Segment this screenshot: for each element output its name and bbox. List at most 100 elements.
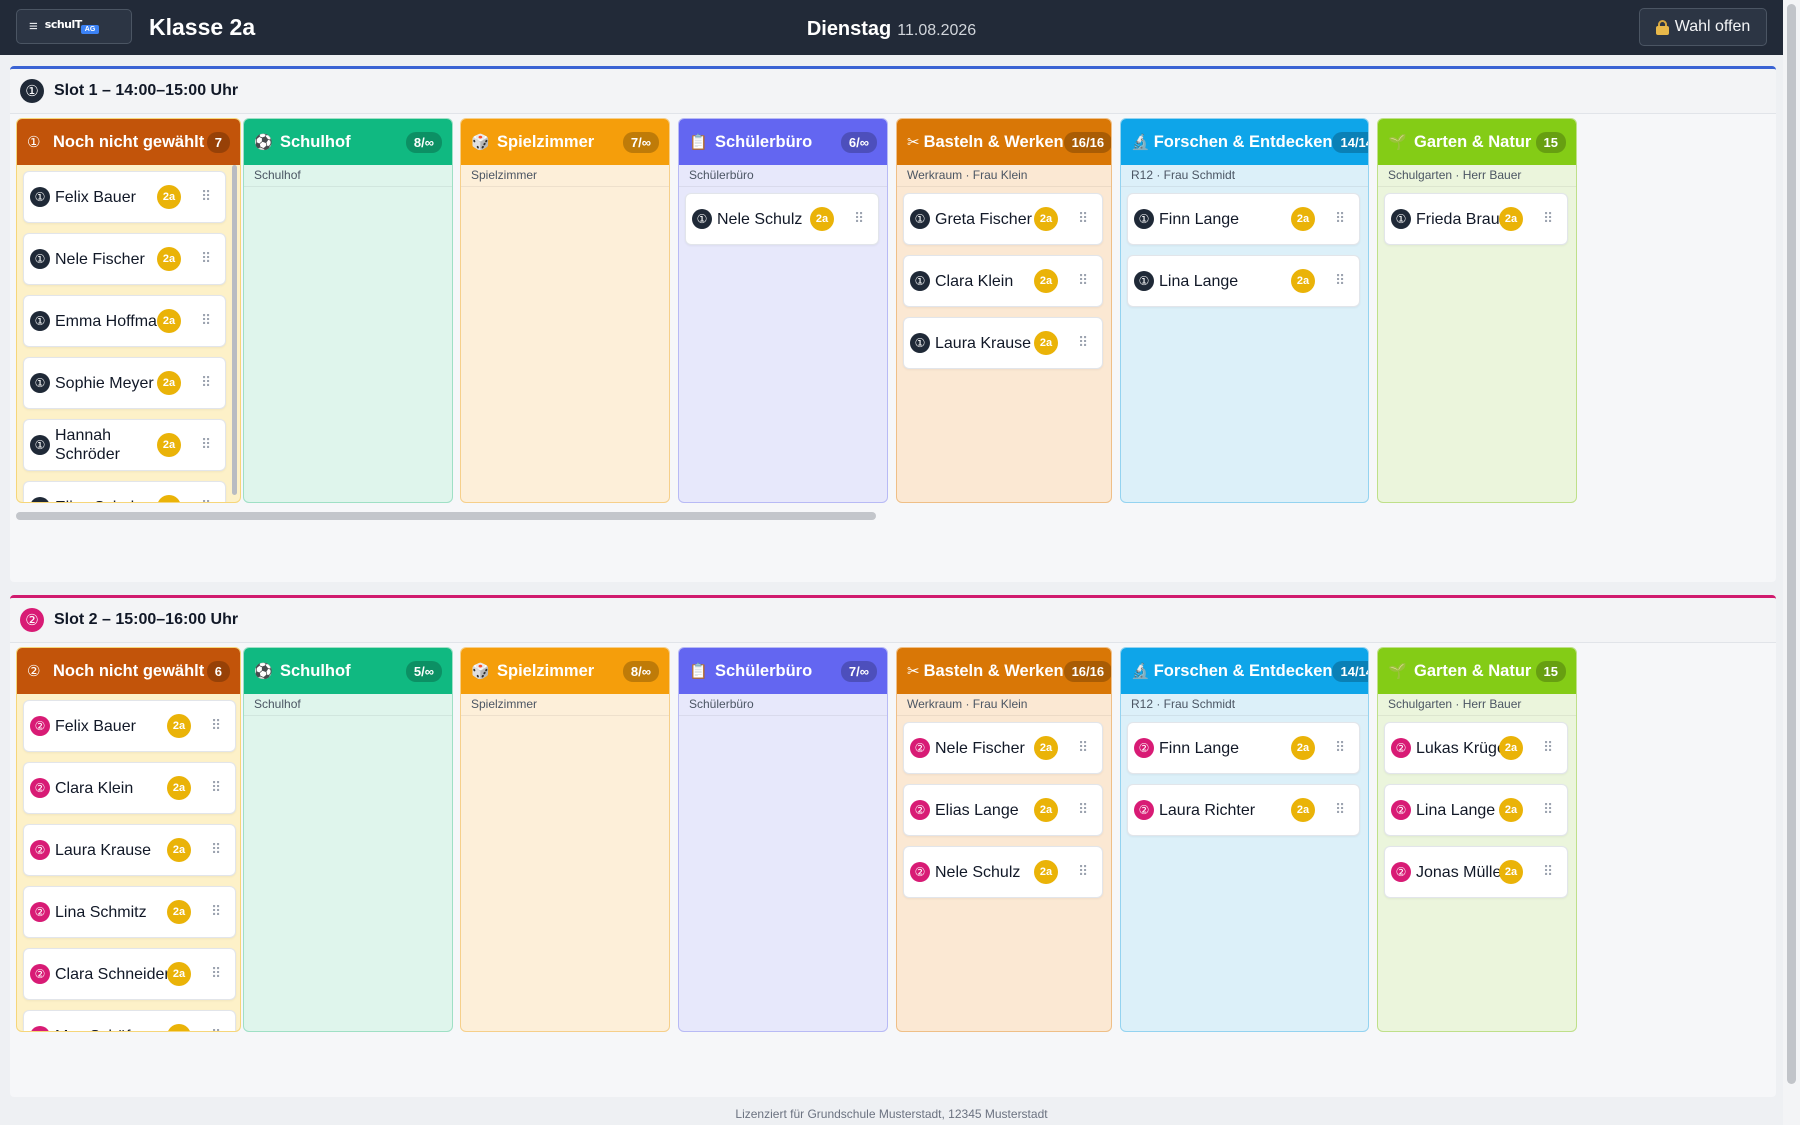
slot-number-icon: ① (30, 311, 50, 331)
unassigned-column[interactable]: ② Noch nicht gewählt 6 ② Felix Bauer 2a ⠿ ② Clar… (16, 647, 241, 1032)
drag-handle-icon[interactable]: ⠿ (1335, 212, 1345, 226)
student-card[interactable]: ① Frieda Braun 2a ⠿ (1384, 193, 1568, 245)
column-title: Basteln & Werken (923, 132, 1064, 151)
slot-number-icon: ② (30, 964, 50, 984)
student-card[interactable]: ① Laura Krause 2a ⠿ (903, 317, 1103, 369)
student-card[interactable]: ① Nele Fischer 2a ⠿ (23, 233, 226, 285)
student-card[interactable]: ② Lukas Krüger 2a ⠿ (1384, 722, 1568, 774)
drag-handle-icon[interactable]: ⠿ (1078, 336, 1088, 350)
slot-header: ② Slot 2 – 15:00–16:00 Uhr (10, 598, 1776, 643)
student-card[interactable]: ② Clara Schneider 2a ⠿ (23, 948, 236, 1000)
drag-handle-icon[interactable]: ⠿ (1543, 865, 1553, 879)
page-scrollbar-thumb[interactable] (1787, 4, 1796, 1084)
student-card[interactable]: ① Elias Schulz2a ⠿ (23, 481, 226, 502)
seedling-icon: 🌱 (1388, 133, 1407, 151)
class-badge: 2a (167, 900, 191, 924)
drag-handle-icon[interactable]: ⠿ (1543, 803, 1553, 817)
dice-icon: 🎲 (471, 133, 490, 151)
student-card[interactable]: ① Clara Klein 2a ⠿ (903, 255, 1103, 307)
student-name: Finn Lange (1159, 739, 1240, 757)
student-card[interactable]: ① Emma Hoffmann 2a ⠿ (23, 295, 226, 347)
drag-handle-icon[interactable]: ⠿ (201, 314, 211, 328)
dice-icon: 🎲 (471, 662, 490, 680)
student-card[interactable]: ① Nele Schulz 2a ⠿ (685, 193, 879, 245)
activity-column-schulhof[interactable]: ⚽ Schulhof 8/∞ Schulhof (243, 118, 453, 503)
student-card[interactable]: ② Elias Lange 2a ⠿ (903, 784, 1103, 836)
slot-number-icon: ② (30, 840, 50, 860)
student-name: Nele Fischer (55, 250, 145, 268)
column-header: ⚽ Schulhof 8/∞ (244, 119, 452, 165)
horizontal-scrollbar[interactable] (16, 512, 876, 520)
student-card[interactable]: ① Greta Fischer 2a ⠿ (903, 193, 1103, 245)
slot-number-icon: ② (1134, 738, 1154, 758)
activity-column-garten[interactable]: 🌱 Garten & Natur 15 Schulgarten · Herr Baue… (1377, 118, 1577, 503)
page-scrollbar[interactable] (1783, 0, 1800, 1125)
drag-handle-icon[interactable]: ⠿ (1078, 865, 1088, 879)
student-name: Emma Hoffmann (55, 312, 175, 330)
student-name: Finn Lange (1159, 210, 1240, 228)
student-card[interactable]: ② Laura Richter 2a ⠿ (1127, 784, 1360, 836)
student-card[interactable]: ② Finn Lange 2a ⠿ (1127, 722, 1360, 774)
drag-handle-icon[interactable]: ⠿ (1335, 741, 1345, 755)
student-card[interactable]: ② Nele Schulz 2a ⠿ (903, 846, 1103, 898)
soccer-ball-icon: ⚽ (254, 133, 273, 151)
column-scrollbar[interactable] (232, 165, 237, 495)
drag-handle-icon[interactable]: ⠿ (1078, 212, 1088, 226)
column-title: Spielzimmer (497, 661, 595, 680)
student-card[interactable]: ② Laura Krause 2a ⠿ (23, 824, 236, 876)
drag-handle-icon[interactable]: ⠿ (1078, 274, 1088, 288)
slot-number-icon: ② (1391, 800, 1411, 820)
drag-handle-icon[interactable]: ⠿ (1543, 741, 1553, 755)
column-title: Forschen & Entdecken (1153, 661, 1333, 680)
activity-column-spielzimmer[interactable]: 🎲 Spielzimmer 7/∞ Spielzimmer (460, 118, 670, 503)
student-card[interactable]: ② Lina Lange 2a ⠿ (1384, 784, 1568, 836)
column-location: R12 · Frau Schmidt (1121, 165, 1368, 187)
student-card[interactable]: ① Felix Bauer 2a ⠿ (23, 171, 226, 223)
class-badge: 2a (167, 962, 191, 986)
student-card[interactable]: ① Hannah Schröder 2a ⠿ (23, 419, 226, 471)
activity-column-schuelerbuero[interactable]: 📋 Schülerbüro 7/∞ Schülerbüro (678, 647, 888, 1032)
drag-handle-icon[interactable]: ⠿ (1335, 803, 1345, 817)
student-card[interactable]: ② Nele Fischer 2a ⠿ (903, 722, 1103, 774)
activity-column-garten[interactable]: 🌱 Garten & Natur 15 Schulgarten · Herr Baue… (1377, 647, 1577, 1032)
student-card[interactable]: ② Lina Schmitz 2a ⠿ (23, 886, 236, 938)
slot-number-icon: ② (30, 778, 50, 798)
drag-handle-icon[interactable]: ⠿ (201, 252, 211, 266)
drag-handle-icon[interactable]: ⠿ (211, 719, 221, 733)
student-card[interactable]: ① Lina Lange 2a ⠿ (1127, 255, 1360, 307)
activity-column-schulhof[interactable]: ⚽ Schulhof 5/∞ Schulhof (243, 647, 453, 1032)
student-card[interactable]: ① Finn Lange 2a ⠿ (1127, 193, 1360, 245)
drag-handle-icon[interactable]: ⠿ (211, 843, 221, 857)
activity-column-spielzimmer[interactable]: 🎲 Spielzimmer 8/∞ Spielzimmer (460, 647, 670, 1032)
column-location: Schulhof (244, 694, 452, 716)
drag-handle-icon[interactable]: ⠿ (1543, 212, 1553, 226)
column-header: ① Noch nicht gewählt 7 (17, 119, 240, 165)
activity-column-basteln[interactable]: ✂ Basteln & Werken 16/16 Werkraum · Frau Kl… (896, 647, 1112, 1032)
unassigned-column[interactable]: ① Noch nicht gewählt 7 ① Felix Bauer 2a ⠿ ① Nele… (16, 118, 241, 503)
drag-handle-icon[interactable]: ⠿ (211, 905, 221, 919)
drag-handle-icon[interactable]: ⠿ (201, 190, 211, 204)
drag-handle-icon[interactable]: ⠿ (1078, 803, 1088, 817)
activity-column-basteln[interactable]: ✂ Basteln & Werken 16/16 Werkraum · Frau Kl… (896, 118, 1112, 503)
activity-column-forschen[interactable]: 🔬Forschen & Entdecken14/14R12 · Frau Sch… (1120, 118, 1369, 503)
seedling-icon: 🌱 (1388, 662, 1407, 680)
drag-handle-icon[interactable]: ⠿ (211, 967, 221, 981)
student-card[interactable]: ② Felix Bauer 2a ⠿ (23, 700, 236, 752)
drag-handle-icon[interactable]: ⠿ (854, 212, 864, 226)
drag-handle-icon[interactable]: ⠿ (1078, 741, 1088, 755)
activity-column-schuelerbuero[interactable]: 📋 Schülerbüro 6/∞ Schülerbüro ① Nele Schulz 2a… (678, 118, 888, 503)
activity-column-forschen[interactable]: 🔬Forschen & Entdecken14/14R12 · Frau Sch… (1120, 647, 1369, 1032)
student-card[interactable]: ② Max Schäfer2a ⠿ (23, 1010, 236, 1032)
slot-number-icon: ② (910, 800, 930, 820)
student-card[interactable]: ② Jonas Müller 2a ⠿ (1384, 846, 1568, 898)
drag-handle-icon[interactable]: ⠿ (201, 500, 211, 502)
drag-handle-icon[interactable]: ⠿ (211, 781, 221, 795)
wahl-status-button[interactable]: Wahl offen (1639, 8, 1767, 46)
drag-handle-icon[interactable]: ⠿ (211, 1029, 221, 1031)
student-card[interactable]: ② Clara Klein 2a ⠿ (23, 762, 236, 814)
student-card[interactable]: ① Sophie Meyer 2a ⠿ (23, 357, 226, 409)
drag-handle-icon[interactable]: ⠿ (201, 438, 211, 452)
student-name: Max Schäfer (55, 1027, 235, 1032)
drag-handle-icon[interactable]: ⠿ (1335, 274, 1345, 288)
drag-handle-icon[interactable]: ⠿ (201, 376, 211, 390)
